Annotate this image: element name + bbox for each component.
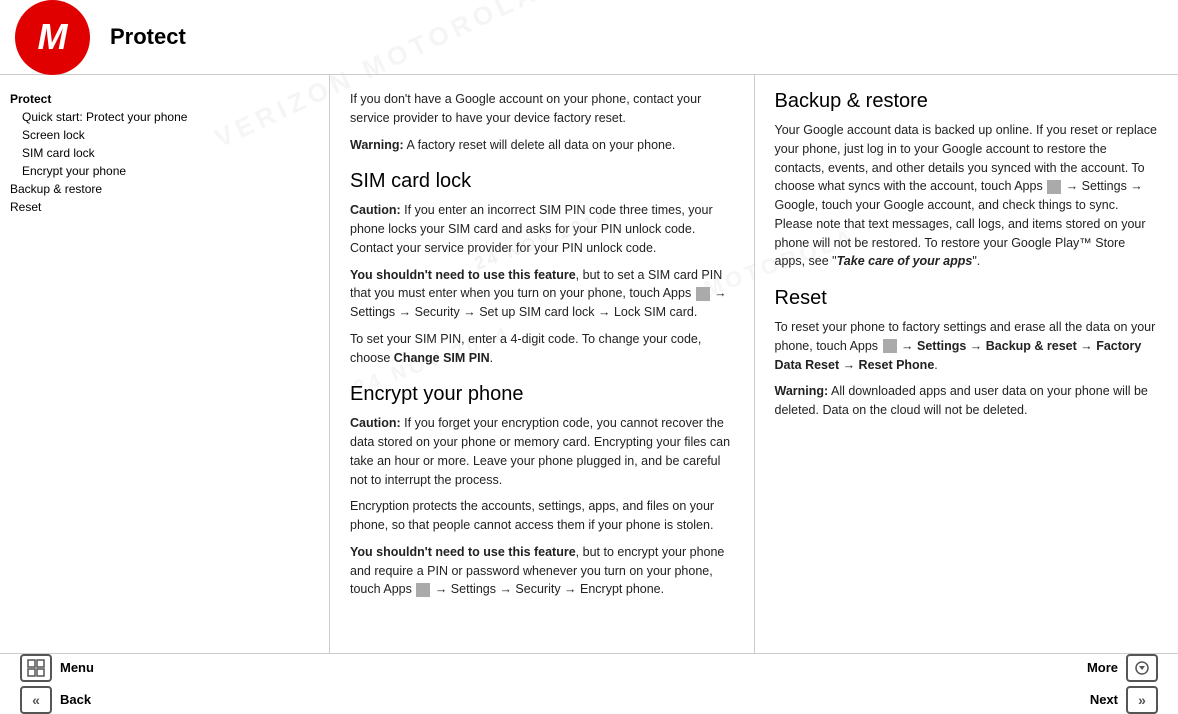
main-layout: Protect Quick start: Protect your phone … — [0, 75, 1178, 653]
back-icon: « — [20, 686, 52, 714]
sidebar-item-quickstart[interactable]: Quick start: Protect your phone — [10, 108, 319, 126]
encrypt-need-paragraph: You shouldn't need to use this feature, … — [350, 543, 734, 599]
backup-p1c-text: Take care of your apps — [837, 254, 973, 268]
encrypt-need-text2: → Settings → Security → Encrypt phone. — [435, 582, 664, 596]
sidebar-item-simcardlock[interactable]: SIM card lock — [10, 144, 319, 162]
warning-paragraph: Warning: A factory reset will delete all… — [350, 136, 734, 155]
menu-icon — [20, 654, 52, 682]
encrypt-title: Encrypt your phone — [350, 383, 734, 406]
sim-card-lock-title: SIM card lock — [350, 170, 734, 193]
next-icon: » — [1126, 686, 1158, 714]
encrypt-caution-paragraph: Caution: If you forget your encryption c… — [350, 414, 734, 489]
next-label: Next — [1090, 692, 1118, 707]
sidebar-item-backuprestore[interactable]: Backup & restore — [10, 180, 319, 198]
reset-warning-text: All downloaded apps and user data on you… — [775, 384, 1148, 417]
warning-label: Warning: — [350, 138, 404, 152]
backup-restore-title: Backup & restore — [775, 90, 1159, 113]
header: M Protect — [0, 0, 1178, 75]
reset-p1c-text: . — [934, 358, 937, 372]
sidebar-item-protect[interactable]: Protect — [10, 90, 319, 108]
content-right: Backup & restore Your Google account dat… — [755, 75, 1178, 653]
sidebar-item-encryptphone[interactable]: Encrypt your phone — [10, 162, 319, 180]
reset-p1: To reset your phone to factory settings … — [775, 318, 1159, 374]
sim-pin-paragraph: To set your SIM PIN, enter a 4-digit cod… — [350, 330, 734, 368]
warning-text: A factory reset will delete all data on … — [404, 138, 676, 152]
apps-icon-sq1 — [696, 287, 710, 301]
more-icon — [1126, 654, 1158, 682]
logo-letter: M — [38, 16, 68, 58]
footer-right-controls: More Next » — [1087, 654, 1158, 714]
sidebar: Protect Quick start: Protect your phone … — [0, 75, 330, 653]
back-button[interactable]: « Back — [20, 686, 94, 714]
apps-icon-sq2 — [416, 583, 430, 597]
motorola-logo: M — [15, 0, 90, 75]
sim-need-paragraph: You shouldn't need to use this feature, … — [350, 266, 734, 322]
intro-paragraph: If you don't have a Google account on yo… — [350, 90, 734, 128]
content-left: 24 NOV 2014 If you don't have a Google a… — [330, 75, 755, 653]
reset-title: Reset — [775, 287, 1159, 310]
apps-icon-sq3 — [1047, 180, 1061, 194]
footer-left-controls: Menu « Back — [20, 654, 94, 714]
sidebar-item-reset[interactable]: Reset — [10, 198, 319, 216]
sim-need-label: You shouldn't need to use this feature — [350, 268, 576, 282]
menu-button[interactable]: Menu — [20, 654, 94, 682]
apps-icon-sq4 — [883, 339, 897, 353]
sim-caution-paragraph: Caution: If you enter an incorrect SIM P… — [350, 201, 734, 257]
menu-label: Menu — [60, 660, 94, 675]
page-title: Protect — [110, 24, 186, 50]
reset-warning-label: Warning: — [775, 384, 829, 398]
back-label: Back — [60, 692, 91, 707]
sim-pin-bold: Change SIM PIN — [390, 351, 489, 365]
more-label: More — [1087, 660, 1118, 675]
footer: Menu « Back More Next » — [0, 653, 1178, 713]
next-button[interactable]: Next » — [1087, 686, 1158, 714]
sim-caution-text: If you enter an incorrect SIM PIN code t… — [350, 203, 713, 255]
encrypt-need-label: You shouldn't need to use this feature — [350, 545, 576, 559]
backup-p1: Your Google account data is backed up on… — [775, 121, 1159, 271]
sidebar-item-screenlock[interactable]: Screen lock — [10, 126, 319, 144]
encrypt-caution-text: If you forget your encryption code, you … — [350, 416, 730, 486]
content-area: 24 NOV 2014 If you don't have a Google a… — [330, 75, 1178, 653]
sim-caution-label: Caution: — [350, 203, 401, 217]
sim-pin-end: . — [490, 351, 493, 365]
encrypt-p2: Encryption protects the accounts, settin… — [350, 497, 734, 535]
encrypt-caution-label: Caution: — [350, 416, 401, 430]
reset-warning-paragraph: Warning: All downloaded apps and user da… — [775, 382, 1159, 420]
backup-p1d-text: ". — [972, 254, 980, 268]
more-button[interactable]: More — [1087, 654, 1158, 682]
